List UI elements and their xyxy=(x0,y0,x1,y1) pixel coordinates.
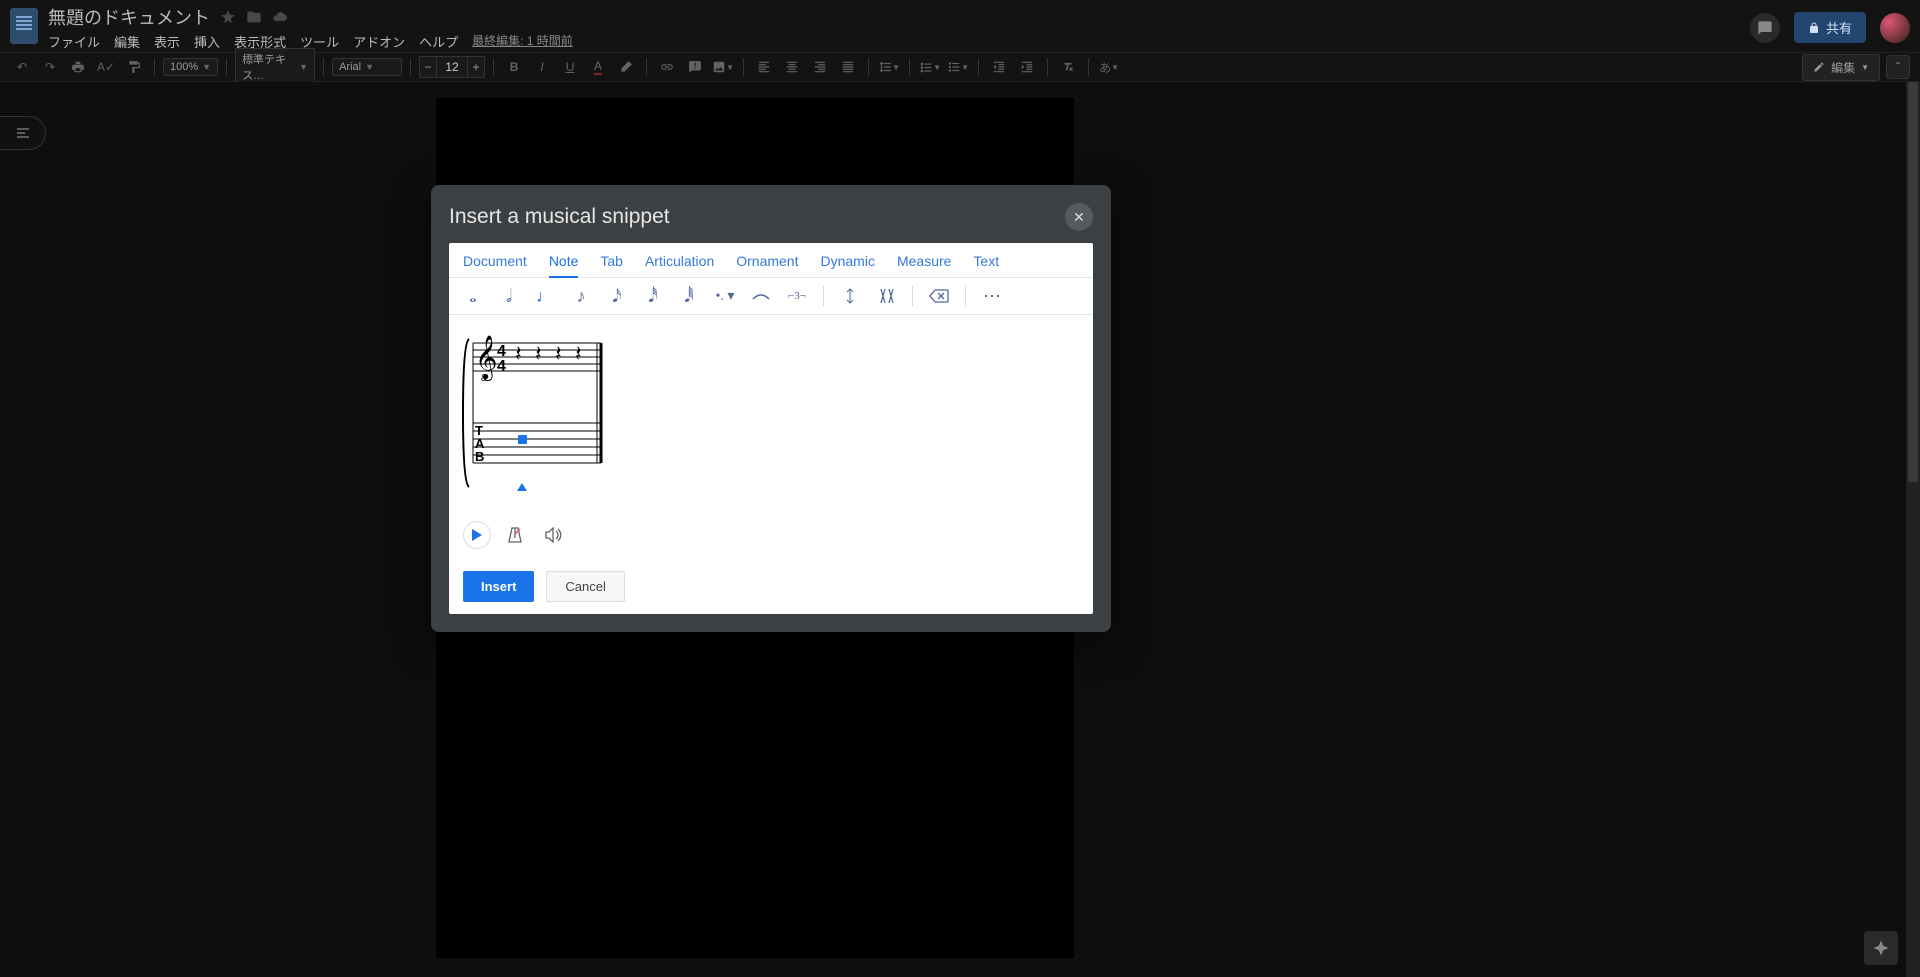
voice2-icon[interactable] xyxy=(876,286,896,306)
dialog-close-button[interactable]: ✕ xyxy=(1065,203,1093,231)
format-toolbar: ↶ ↷ A✓ 100%▼ 標準テキス…▼ Arial▼ − + B I U A … xyxy=(0,52,1920,82)
svg-text:𝄽: 𝄽 xyxy=(575,341,582,366)
font-size-input[interactable] xyxy=(437,56,467,78)
insert-comment-button[interactable] xyxy=(683,55,707,79)
tuplet-icon[interactable]: ⌐3¬ xyxy=(787,286,807,306)
play-button[interactable] xyxy=(463,521,491,549)
musical-staff: 𝄞 8 4 4 𝄽 𝄽 𝄽 𝄽 T A B xyxy=(461,333,611,493)
align-right-button[interactable] xyxy=(808,55,832,79)
tab-measure[interactable]: Measure xyxy=(897,253,951,269)
playback-controls xyxy=(449,511,1093,559)
paragraph-style-select[interactable]: 標準テキス…▼ xyxy=(235,48,315,86)
highlight-button[interactable] xyxy=(614,55,638,79)
spellcheck-button[interactable]: A✓ xyxy=(94,55,118,79)
vertical-scrollbar[interactable] xyxy=(1906,82,1920,977)
whole-note-icon[interactable]: 𝅝 xyxy=(463,286,483,306)
account-avatar[interactable] xyxy=(1880,13,1910,43)
collapse-toolbar-button[interactable]: ˆ xyxy=(1886,55,1910,79)
underline-button[interactable]: U xyxy=(558,55,582,79)
bold-button[interactable]: B xyxy=(502,55,526,79)
undo-button[interactable]: ↶ xyxy=(10,55,34,79)
svg-text:𝄽: 𝄽 xyxy=(535,341,542,366)
font-size-increase[interactable]: + xyxy=(467,56,485,78)
align-left-button[interactable] xyxy=(752,55,776,79)
tab-note[interactable]: Note xyxy=(549,253,579,269)
star-icon[interactable] xyxy=(220,9,236,25)
svg-text:8: 8 xyxy=(481,373,487,384)
thirtysecond-note-icon[interactable]: 𝅘𝅥𝅰 xyxy=(643,286,663,306)
menu-view[interactable]: 表示 xyxy=(154,32,180,51)
svg-text:𝄽: 𝄽 xyxy=(515,341,522,366)
tab-ornament[interactable]: Ornament xyxy=(736,253,798,269)
input-tools-button[interactable]: あ▼ xyxy=(1097,55,1121,79)
sixteenth-note-icon[interactable]: 𝅘𝅥𝅯 xyxy=(607,286,627,306)
move-to-folder-icon[interactable] xyxy=(246,9,262,25)
app-header: 無題のドキュメント ファイル 編集 表示 挿入 表示形式 ツール アドオン ヘル… xyxy=(0,0,1920,52)
print-button[interactable] xyxy=(66,55,90,79)
pencil-icon xyxy=(1813,61,1825,73)
share-button-label: 共有 xyxy=(1826,18,1852,37)
comment-history-button[interactable] xyxy=(1750,13,1780,43)
insert-button[interactable]: Insert xyxy=(463,571,534,602)
backspace-icon[interactable] xyxy=(929,286,949,306)
half-note-icon[interactable]: 𝅗𝅥 xyxy=(499,286,519,306)
line-spacing-button[interactable]: ▼ xyxy=(877,55,901,79)
tie-icon[interactable] xyxy=(751,286,771,306)
explore-button[interactable] xyxy=(1864,931,1898,965)
dialog-action-row: Insert Cancel xyxy=(449,559,1093,614)
insert-music-dialog: Insert a musical snippet ✕ Document Note… xyxy=(431,185,1111,632)
align-justify-button[interactable] xyxy=(836,55,860,79)
redo-button[interactable]: ↷ xyxy=(38,55,62,79)
italic-button[interactable]: I xyxy=(530,55,554,79)
insert-image-button[interactable]: ▼ xyxy=(711,55,735,79)
menu-file[interactable]: ファイル xyxy=(48,32,100,51)
document-title[interactable]: 無題のドキュメント xyxy=(48,4,210,30)
cancel-button[interactable]: Cancel xyxy=(546,571,624,602)
volume-button[interactable] xyxy=(539,521,567,549)
dialog-title: Insert a musical snippet xyxy=(449,205,670,229)
share-button[interactable]: 共有 xyxy=(1794,12,1866,43)
menu-addons[interactable]: アドオン xyxy=(353,32,405,51)
align-center-button[interactable] xyxy=(780,55,804,79)
sixtyfourth-note-icon[interactable]: 𝅘𝅥𝅱 xyxy=(679,286,699,306)
checklist-button[interactable]: ▼ xyxy=(918,55,942,79)
font-size-stepper[interactable]: − + xyxy=(419,56,485,78)
score-editor[interactable]: 𝄞 8 4 4 𝄽 𝄽 𝄽 𝄽 T A B xyxy=(449,315,1093,511)
paint-format-button[interactable] xyxy=(122,55,146,79)
svg-text:𝄽: 𝄽 xyxy=(555,341,562,366)
menu-help[interactable]: ヘルプ xyxy=(419,32,458,51)
dotted-note-icon[interactable]: •. ▾ xyxy=(715,286,735,306)
music-category-tabs: Document Note Tab Articulation Ornament … xyxy=(449,243,1093,278)
bulleted-list-button[interactable]: ▼ xyxy=(946,55,970,79)
text-color-button[interactable]: A xyxy=(586,55,610,79)
menu-insert[interactable]: 挿入 xyxy=(194,32,220,51)
tab-document[interactable]: Document xyxy=(463,253,527,269)
tab-dynamic[interactable]: Dynamic xyxy=(820,253,874,269)
clear-formatting-button[interactable] xyxy=(1056,55,1080,79)
font-family-select[interactable]: Arial▼ xyxy=(332,58,402,76)
metronome-button[interactable] xyxy=(501,521,529,549)
tab-tab[interactable]: Tab xyxy=(600,253,623,269)
increase-indent-button[interactable] xyxy=(1015,55,1039,79)
tab-articulation[interactable]: Articulation xyxy=(645,253,714,269)
voice1-icon[interactable] xyxy=(840,286,860,306)
editing-mode-select[interactable]: 編集 ▼ xyxy=(1802,54,1880,81)
zoom-select[interactable]: 100%▼ xyxy=(163,58,218,76)
eighth-note-icon[interactable]: ♪ xyxy=(571,286,591,306)
cloud-status-icon[interactable] xyxy=(272,9,288,25)
quarter-note-icon[interactable]: ♩ xyxy=(535,286,555,306)
note-duration-toolbar: 𝅝 𝅗𝅥 ♩ ♪ 𝅘𝅥𝅯 𝅘𝅥𝅰 𝅘𝅥𝅱 •. ▾ ⌐3¬ ⋯ xyxy=(449,278,1093,315)
tab-text[interactable]: Text xyxy=(973,253,999,269)
lock-icon xyxy=(1808,22,1820,34)
svg-text:B: B xyxy=(475,449,484,464)
last-edit-link[interactable]: 最終編集: 1 時間前 xyxy=(472,32,573,51)
insert-link-button[interactable] xyxy=(655,55,679,79)
outline-toggle[interactable] xyxy=(0,116,46,150)
more-tools-icon[interactable]: ⋯ xyxy=(982,286,1002,306)
font-size-decrease[interactable]: − xyxy=(419,56,437,78)
menu-edit[interactable]: 編集 xyxy=(114,32,140,51)
decrease-indent-button[interactable] xyxy=(987,55,1011,79)
docs-logo-icon[interactable] xyxy=(10,8,38,44)
svg-text:4: 4 xyxy=(497,358,506,375)
